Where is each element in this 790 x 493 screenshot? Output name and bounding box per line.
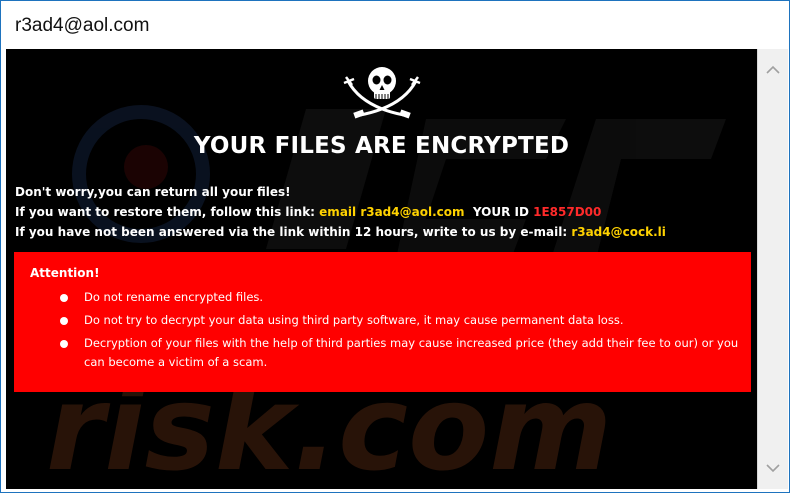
fallback-email: r3ad4@cock.li: [571, 225, 666, 239]
attention-item-text: Decryption of your files with the help o…: [84, 336, 739, 369]
chevron-up-icon[interactable]: [758, 55, 788, 85]
fallback-contact-prefix: If you have not been answered via the li…: [15, 225, 572, 239]
your-id-label: YOUR ID: [464, 205, 534, 219]
reassurance-text: Don't worry,you can return all your file…: [15, 185, 291, 199]
restore-instructions-prefix: If you want to restore them, follow this…: [15, 205, 320, 219]
list-item: Do not try to decrypt your data using th…: [58, 311, 748, 330]
chevron-down-icon[interactable]: [758, 453, 788, 483]
ransom-note-content: risk.com YOUR FILES ARE ENCRYPTED Don't …: [6, 49, 757, 489]
skull-crossbones-icon: [342, 63, 422, 123]
headline: YOUR FILES ARE ENCRYPTED: [193, 133, 570, 159]
vertical-scrollbar[interactable]: [757, 49, 788, 489]
attention-item-text: Do not try to decrypt your data using th…: [84, 313, 624, 327]
victim-id: 1E857D00: [533, 205, 602, 219]
list-item: Do not rename encrypted files.: [58, 288, 748, 307]
fallback-contact: If you have not been answered via the li…: [15, 225, 666, 239]
bullet-icon: [60, 294, 68, 302]
restore-instructions: If you want to restore them, follow this…: [15, 205, 601, 219]
attention-box: Attention! Do not rename encrypted files…: [14, 252, 751, 392]
attention-item-text: Do not rename encrypted files.: [84, 290, 264, 304]
bullet-icon: [60, 317, 68, 325]
bullet-icon: [60, 340, 68, 348]
list-item: Decryption of your files with the help o…: [58, 334, 748, 372]
window-title: r3ad4@aol.com: [15, 15, 150, 36]
attention-title: Attention!: [30, 266, 100, 280]
attention-list: Do not rename encrypted files. Do not tr…: [58, 288, 748, 376]
ransom-note-window: r3ad4@aol.com risk.com YOUR FILES ARE EN…: [0, 0, 790, 493]
title-bar: r3ad4@aol.com: [1, 1, 789, 49]
contact-email: email r3ad4@aol.com: [319, 205, 465, 219]
